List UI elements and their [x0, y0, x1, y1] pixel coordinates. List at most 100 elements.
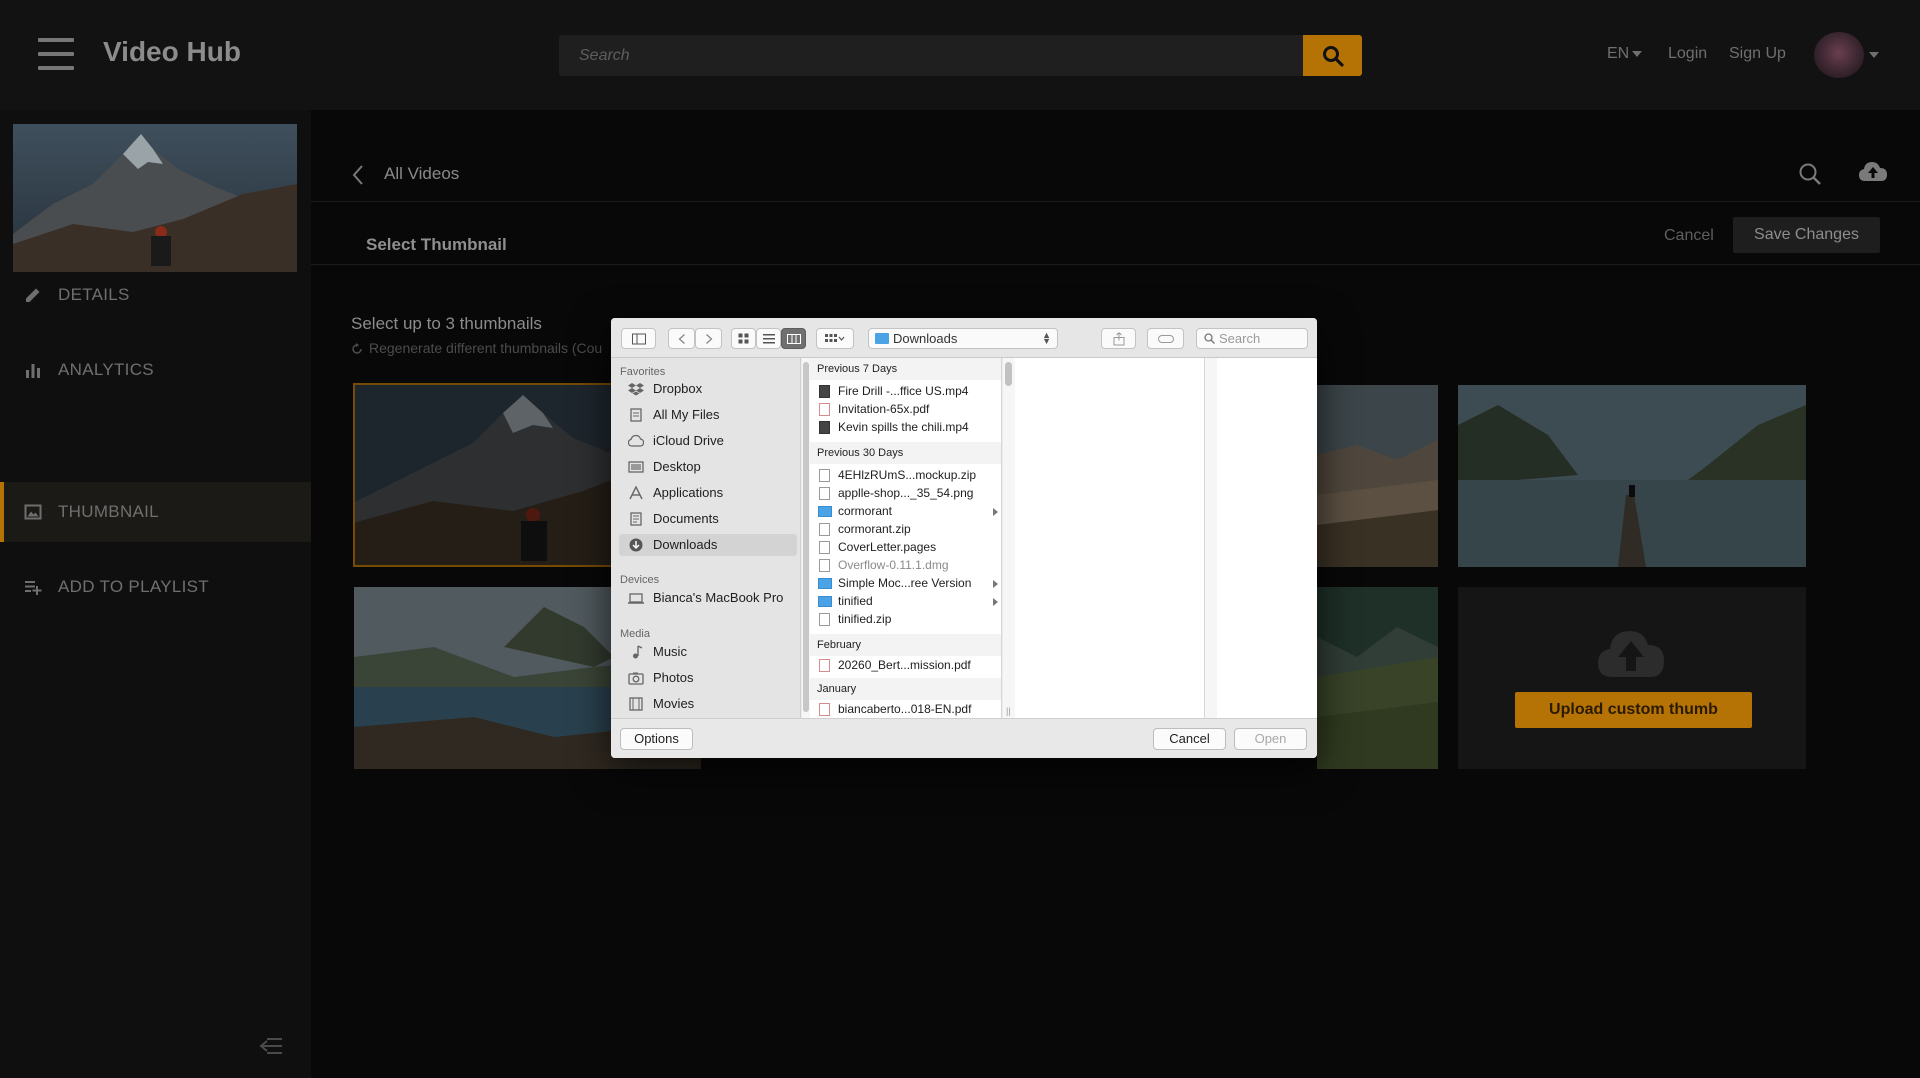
- file-row[interactable]: Simple Moc...ree Version: [810, 574, 1001, 592]
- icon-view-button[interactable]: [731, 328, 756, 349]
- file-name: cormorant.zip: [838, 522, 911, 536]
- sidebar-item-all-my-files[interactable]: All My Files: [619, 404, 797, 426]
- file-row[interactable]: Invitation-65x.pdf: [810, 400, 1001, 418]
- dialog-open-button[interactable]: Open: [1234, 728, 1307, 750]
- chevron-left-icon: [678, 333, 685, 344]
- devices-heading: Devices: [620, 574, 660, 586]
- sidebar-item-label: Applications: [653, 485, 724, 500]
- zip-file-icon: [819, 469, 830, 482]
- column-divider: [1205, 358, 1217, 718]
- sidebar-item-details[interactable]: DETAILS: [0, 265, 311, 325]
- search-icon[interactable]: [1798, 162, 1822, 186]
- file-row[interactable]: 4EHlzRUmS...mockup.zip: [810, 466, 1001, 484]
- sidebar-item-macbook[interactable]: Bianca's MacBook Pro: [619, 587, 797, 609]
- back-button[interactable]: [668, 328, 695, 349]
- thumbnail-option-4[interactable]: [1458, 385, 1806, 567]
- forward-button[interactable]: [695, 328, 722, 349]
- file-row[interactable]: tinified: [810, 592, 1001, 610]
- file-row[interactable]: cormorant: [810, 502, 1001, 520]
- collapse-sidebar-icon[interactable]: [258, 1036, 284, 1056]
- chevron-right-icon: [993, 598, 998, 606]
- sidebar-item-documents[interactable]: Documents: [619, 508, 797, 530]
- sidebar-item-desktop[interactable]: Desktop: [619, 456, 797, 478]
- film-icon: [629, 697, 643, 711]
- dialog-search-placeholder: Search: [1219, 331, 1261, 346]
- avatar[interactable]: [1814, 32, 1864, 78]
- upload-custom-thumb-button[interactable]: Upload custom thumb: [1515, 692, 1752, 728]
- thumbnail-option-7[interactable]: [1317, 587, 1438, 769]
- file-name: Invitation-65x.pdf: [838, 402, 930, 416]
- sidebar-item-label: Desktop: [653, 459, 701, 474]
- dialog-search-field[interactable]: Search: [1196, 328, 1308, 349]
- file-list-column: Previous 7 Days Fire Drill -...ffice US.…: [810, 358, 1002, 718]
- dialog-cancel-button[interactable]: Cancel: [1153, 728, 1226, 750]
- save-changes-button[interactable]: Save Changes: [1733, 217, 1880, 253]
- sidebar-item-label: Music: [653, 644, 687, 659]
- applications-icon: [629, 486, 643, 500]
- sidebar-item-icloud-drive[interactable]: iCloud Drive: [619, 430, 797, 452]
- sidebar-item-downloads[interactable]: Downloads: [619, 534, 797, 556]
- regenerate-thumbnails-link[interactable]: Regenerate different thumbnails (Cou: [351, 340, 602, 356]
- file-name: Fire Drill -...ffice US.mp4: [838, 384, 969, 398]
- breadcrumb: All Videos: [311, 110, 1920, 202]
- desktop-icon: [628, 461, 644, 473]
- playlist-add-icon: [25, 581, 42, 595]
- sidebar-item-movies[interactable]: Movies: [619, 693, 797, 715]
- file-row[interactable]: Kevin spills the chili.mp4: [810, 418, 1001, 436]
- chevron-left-icon[interactable]: [351, 164, 365, 186]
- grid-icon: [738, 333, 748, 343]
- sidebar-item-thumbnail[interactable]: THUMBNAIL: [0, 482, 311, 542]
- file-name: biancaberto...018-EN.pdf: [838, 702, 972, 716]
- video-file-icon: [819, 421, 830, 434]
- cancel-button[interactable]: Cancel: [1664, 227, 1714, 245]
- favorites-heading: Favorites: [620, 366, 666, 378]
- file-row[interactable]: CoverLetter.pages: [810, 538, 1001, 556]
- chevron-right-icon: [993, 508, 998, 516]
- breadcrumb-all-videos[interactable]: All Videos: [384, 164, 459, 184]
- file-row[interactable]: applle-shop..._35_54.png: [810, 484, 1001, 502]
- file-name: CoverLetter.pages: [838, 540, 937, 554]
- file-row[interactable]: Overflow-0.11.1.dmg: [810, 556, 1001, 574]
- brand-title[interactable]: Video Hub: [103, 36, 241, 68]
- column-view-button[interactable]: [781, 328, 806, 349]
- search-button[interactable]: [1303, 35, 1362, 76]
- dropbox-icon: [628, 383, 644, 396]
- thumbnail-action-bar: Select Thumbnail Cancel Save Changes: [311, 203, 1920, 265]
- media-heading: Media: [620, 628, 650, 640]
- sidebar-item-dropbox[interactable]: Dropbox: [619, 378, 797, 400]
- cloud-upload-icon[interactable]: [1858, 160, 1888, 184]
- sidebar-item-add-to-playlist[interactable]: ADD TO PLAYLIST: [0, 557, 311, 617]
- sidebar-item-photos[interactable]: Photos: [619, 667, 797, 689]
- sidebar-scrollbar[interactable]: [803, 362, 809, 712]
- sidebar-item-analytics[interactable]: ANALYTICS: [0, 340, 311, 400]
- hamburger-menu-icon[interactable]: [38, 38, 74, 70]
- tags-button[interactable]: [1147, 328, 1184, 349]
- file-row[interactable]: 20260_Bert...mission.pdf: [810, 656, 1001, 674]
- page-title: Select Thumbnail: [366, 235, 507, 254]
- options-button[interactable]: Options: [620, 728, 693, 750]
- login-link[interactable]: Login: [1668, 45, 1707, 63]
- sidebar-item-music[interactable]: Music: [619, 641, 797, 663]
- chevron-down-icon[interactable]: [1869, 52, 1879, 58]
- list-view-button[interactable]: [756, 328, 781, 349]
- search-input[interactable]: [559, 35, 1303, 76]
- language-selector[interactable]: EN: [1607, 45, 1643, 63]
- sidebar-item-label: ANALYTICS: [58, 360, 154, 379]
- sidebar-toggle-button[interactable]: [621, 328, 656, 349]
- column-resize-grip[interactable]: ||: [1006, 706, 1011, 716]
- signup-link[interactable]: Sign Up: [1729, 45, 1786, 63]
- sidebar: DETAILS ANALYTICS THUMBNAIL ADD TO PLAYL…: [0, 110, 311, 1078]
- sidebar-item-applications[interactable]: Applications: [619, 482, 797, 504]
- share-button[interactable]: [1101, 328, 1136, 349]
- file-name: Simple Moc...ree Version: [838, 576, 972, 590]
- file-row[interactable]: tinified.zip: [810, 610, 1001, 628]
- file-row[interactable]: biancaberto...018-EN.pdf: [810, 700, 1001, 718]
- list-icon: [762, 333, 775, 343]
- column-scrollbar-track: [1003, 358, 1015, 718]
- location-dropdown[interactable]: Downloads ▲ ▼: [868, 328, 1058, 349]
- group-by-button[interactable]: [816, 328, 854, 349]
- file-row[interactable]: cormorant.zip: [810, 520, 1001, 538]
- column-scrollbar[interactable]: [1005, 362, 1012, 386]
- thumbnail-option-3[interactable]: [1317, 385, 1438, 567]
- file-row[interactable]: Fire Drill -...ffice US.mp4: [810, 382, 1001, 400]
